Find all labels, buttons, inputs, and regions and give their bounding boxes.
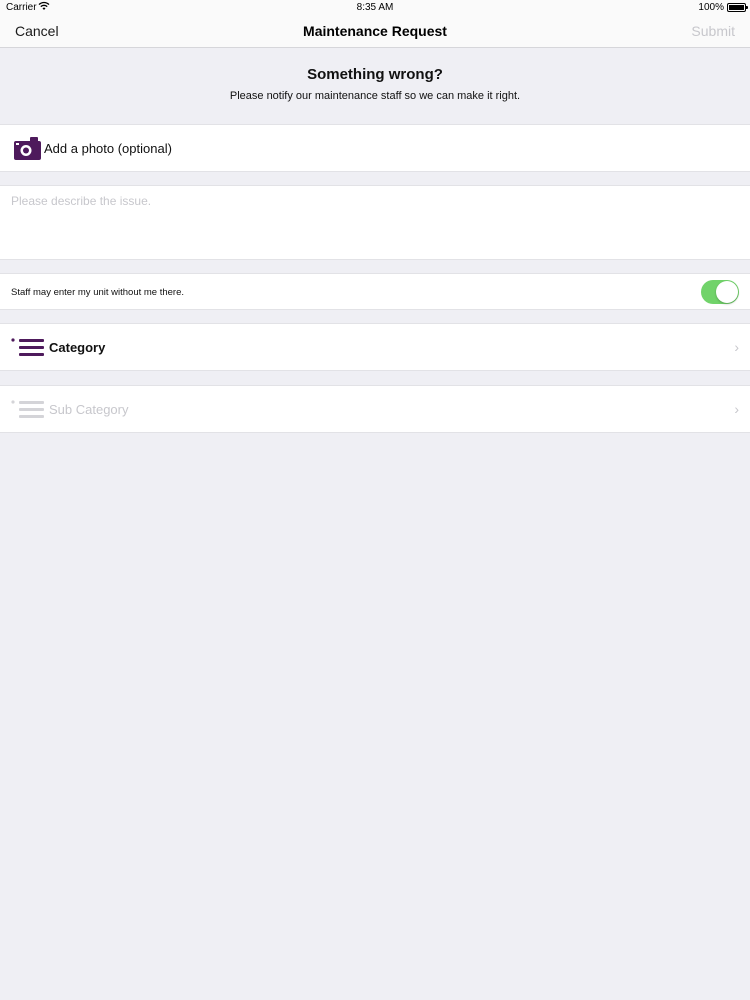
clock: 8:35 AM [356,2,394,13]
entry-permission-toggle[interactable] [701,280,739,304]
toggle-knob [716,281,738,303]
chevron-right-icon: › [734,339,739,355]
page-title: Maintenance Request [303,23,447,39]
battery-icon [727,3,748,12]
status-bar: Carrier 8:35 AM 100% [0,0,750,14]
intro-header: Something wrong? Please notify our maint… [0,66,750,102]
entry-permission-label: Staff may enter my unit without me there… [11,287,185,298]
issue-description-field[interactable] [0,186,750,259]
submit-button[interactable]: Submit [691,23,735,39]
camera-icon [14,137,41,160]
navigation-bar: Cancel Maintenance Request Submit [0,14,750,48]
description-container [0,185,750,260]
add-photo-row[interactable]: Add a photo (optional) [0,124,750,172]
sub-category-selector[interactable]: Sub Category › [0,385,750,433]
list-icon [11,338,44,356]
category-selector[interactable]: Category › [0,323,750,371]
entry-permission-row: Staff may enter my unit without me there… [0,273,750,310]
chevron-right-icon: › [734,401,739,417]
intro-title: Something wrong? [307,66,443,83]
add-photo-label: Add a photo (optional) [44,141,172,156]
list-icon [11,400,44,418]
battery-percentage: 100% [698,2,724,13]
category-label: Category [49,340,106,355]
sub-category-label: Sub Category [49,402,129,417]
intro-subtitle: Please notify our maintenance staff so w… [229,90,521,102]
